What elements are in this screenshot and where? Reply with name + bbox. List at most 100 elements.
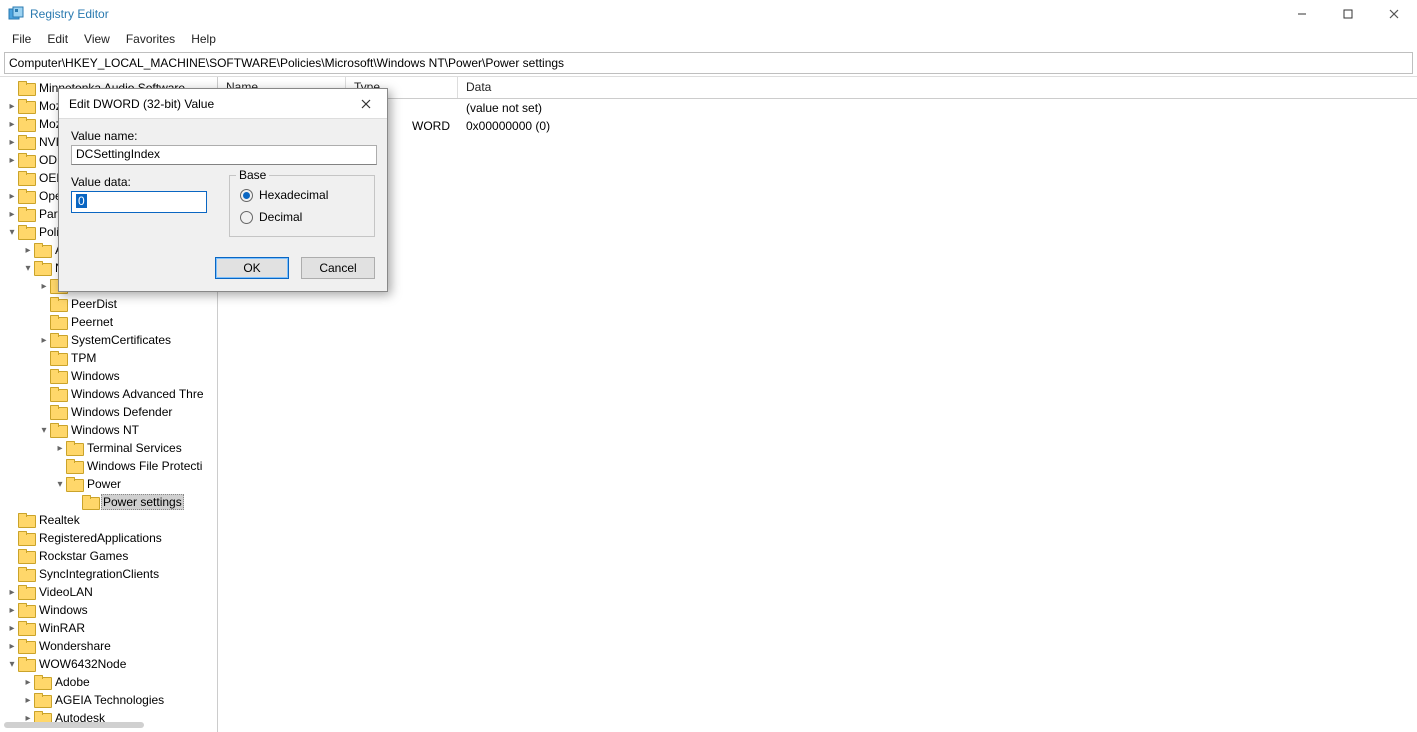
menu-file[interactable]: File [4,30,39,48]
tree-item[interactable]: ▸Windows Advanced Thre [0,385,217,403]
folder-icon [34,675,50,689]
window-controls [1279,0,1417,28]
dialog-title: Edit DWORD (32-bit) Value [69,97,214,111]
tree-item[interactable]: ▸WinRAR [0,619,217,637]
folder-icon [50,387,66,401]
menu-view[interactable]: View [76,30,118,48]
folder-icon [18,531,34,545]
folder-icon [66,459,82,473]
address-text: Computer\HKEY_LOCAL_MACHINE\SOFTWARE\Pol… [9,56,564,70]
folder-icon [18,567,34,581]
tree-item-wow6432[interactable]: ▾WOW6432Node [0,655,217,673]
folder-icon [18,153,34,167]
dialog-titlebar[interactable]: Edit DWORD (32-bit) Value [59,89,387,119]
folder-icon [66,441,82,455]
tree-item[interactable]: ▸VideoLAN [0,583,217,601]
folder-icon [50,423,66,437]
minimize-button[interactable] [1279,0,1325,28]
radio-icon [240,211,253,224]
folder-icon [34,243,50,257]
folder-icon [18,189,34,203]
tree-item[interactable]: ▸SyncIntegrationClients [0,565,217,583]
address-bar[interactable]: Computer\HKEY_LOCAL_MACHINE\SOFTWARE\Pol… [4,52,1413,74]
tree-item[interactable]: ▸AGEIA Technologies [0,691,217,709]
tree-item[interactable]: ▸Wondershare [0,637,217,655]
tree-item[interactable]: ▸Realtek [0,511,217,529]
tree-item[interactable]: ▸SystemCertificates [0,331,217,349]
folder-icon [18,549,34,563]
folder-icon [82,495,98,509]
cancel-button[interactable]: Cancel [301,257,375,279]
tree-item[interactable]: ▸Windows [0,367,217,385]
folder-icon [50,333,66,347]
tree-item[interactable]: ▸PeerDist [0,295,217,313]
radio-hexadecimal[interactable]: Hexadecimal [240,184,364,206]
tree-item[interactable]: ▸Rockstar Games [0,547,217,565]
tree-item[interactable]: ▸Peernet [0,313,217,331]
chevron-down-icon[interactable]: ▾ [54,479,66,490]
tree-item[interactable]: ▸Adobe [0,673,217,691]
close-button[interactable] [1371,0,1417,28]
list-row[interactable]: (value not set) [218,99,1417,117]
value-name-label: Value name: [71,129,375,143]
value-name-input[interactable]: DCSettingIndex [71,145,377,165]
list-header: Name Type Data [218,77,1417,99]
chevron-down-icon[interactable]: ▾ [6,659,18,670]
folder-icon [18,585,34,599]
folder-icon [18,135,34,149]
value-data-label: Value data: [71,175,227,189]
folder-icon [50,297,66,311]
folder-icon [50,351,66,365]
radio-icon [240,189,253,202]
folder-icon [18,639,34,653]
ok-button[interactable]: OK [215,257,289,279]
folder-icon [50,315,66,329]
horizontal-scrollbar[interactable] [4,722,144,728]
folder-icon [66,477,82,491]
menu-favorites[interactable]: Favorites [118,30,183,48]
radio-decimal[interactable]: Decimal [240,206,364,228]
folder-icon [18,513,34,527]
dialog-close-button[interactable] [346,90,386,118]
base-label: Base [236,168,269,182]
tree-item-power-settings[interactable]: ▸Power settings [0,493,217,511]
tree-item[interactable]: ▸Windows [0,601,217,619]
tree-item[interactable]: ▸Windows File Protecti [0,457,217,475]
folder-icon [18,207,34,221]
base-group: Base Hexadecimal Decimal [229,175,375,237]
chevron-down-icon[interactable]: ▾ [6,227,18,238]
window-title: Registry Editor [30,7,109,21]
value-data-input[interactable]: 0 [71,191,207,213]
tree-item[interactable]: ▸RegisteredApplications [0,529,217,547]
menubar: File Edit View Favorites Help [0,28,1417,50]
chevron-down-icon[interactable]: ▾ [22,263,34,274]
folder-icon [18,81,34,95]
maximize-button[interactable] [1325,0,1371,28]
tree-item-windows-nt[interactable]: ▾Windows NT [0,421,217,439]
folder-icon [18,117,34,131]
regedit-icon [8,6,24,22]
tree-item[interactable]: ▸Terminal Services [0,439,217,457]
registry-editor-window: Registry Editor File Edit View Favorites… [0,0,1417,732]
folder-icon [50,405,66,419]
edit-dword-dialog: Edit DWORD (32-bit) Value Value name: DC… [58,88,388,292]
folder-icon [18,603,34,617]
menu-edit[interactable]: Edit [39,30,76,48]
col-data[interactable]: Data [458,77,1417,98]
folder-icon [18,171,34,185]
chevron-down-icon[interactable]: ▾ [38,425,50,436]
folder-icon [18,99,34,113]
tree-item[interactable]: ▸TPM [0,349,217,367]
folder-icon [18,657,34,671]
folder-icon [34,261,50,275]
values-list[interactable]: Name Type Data (value not set) WORD 0x00… [218,77,1417,732]
folder-icon [50,369,66,383]
menu-help[interactable]: Help [183,30,224,48]
list-row[interactable]: WORD 0x00000000 (0) [218,117,1417,135]
folder-icon [34,693,50,707]
folder-icon [18,621,34,635]
tree-item-power[interactable]: ▾Power [0,475,217,493]
tree-item[interactable]: ▸Windows Defender [0,403,217,421]
titlebar: Registry Editor [0,0,1417,28]
folder-icon [18,225,34,239]
